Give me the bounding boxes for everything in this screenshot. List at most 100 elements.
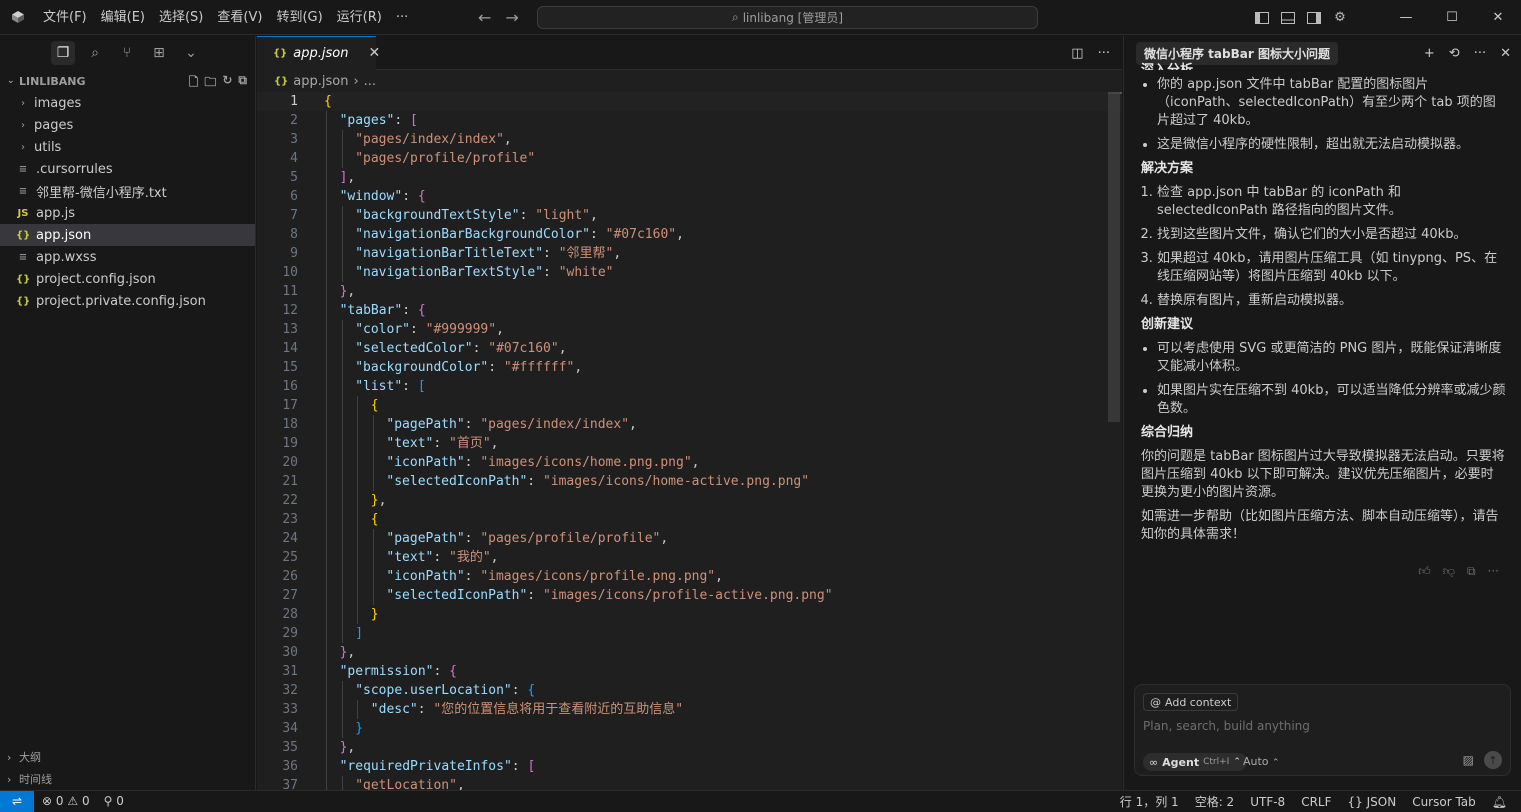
code-line[interactable]: 7 "backgroundTextStyle": "light", [257,206,1122,225]
maximize-icon[interactable]: ☐ [1429,0,1475,35]
menu-file[interactable]: 文件(F) [36,0,94,35]
image-attach-icon[interactable]: ▨ [1463,753,1474,767]
breadcrumb-item[interactable]: ... [364,74,376,89]
new-folder-icon[interactable]: 🗀 [204,73,216,94]
code-editor[interactable]: 1{2 "pages": [3 "pages/index/index", 4 "page… [257,92,1122,790]
menu-view[interactable]: 查看(V) [210,0,269,35]
source-control-icon[interactable]: ⑂ [115,41,139,65]
code-line[interactable]: 31 "permission": { [257,662,1122,681]
tree-folder-images[interactable]: › images [0,92,255,114]
cursor-position[interactable]: 行 1，列 1 [1120,793,1179,810]
editor-scrollbar[interactable] [1108,92,1120,422]
more-actions-icon[interactable]: ··· [1488,564,1499,579]
code-line[interactable]: 15 "backgroundColor": "#ffffff", [257,358,1122,377]
code-line[interactable]: 24 "pagePath": "pages/profile/profile", [257,529,1122,548]
back-arrow-icon[interactable]: ← [478,8,491,27]
extensions-icon[interactable]: ⊞ [147,41,171,65]
code-line[interactable]: 22}, [257,491,1122,510]
indentation[interactable]: 空格: 2 [1195,793,1235,810]
close-window-icon[interactable]: ✕ [1475,0,1521,35]
code-line[interactable]: 6 "window": { [257,187,1122,206]
code-line[interactable]: 29] [257,624,1122,643]
command-center-search[interactable]: ⌕ linlibang [管理员] [537,6,1038,29]
add-context-button[interactable]: @ Add context [1143,693,1239,711]
code-line[interactable]: 1{ [257,92,1122,111]
ports-indicator[interactable]: ⚲ 0 [104,794,124,808]
code-line[interactable]: 17 { [257,396,1122,415]
code-line[interactable]: 36 "requiredPrivateInfos": [ [257,757,1122,776]
code-line[interactable]: 33 "desc": "您的位置信息将用于查看附近的互助信息" [257,700,1122,719]
close-icon[interactable]: ✕ [1500,46,1511,61]
menu-more[interactable]: ··· [389,0,415,35]
split-editor-icon[interactable]: ◫ [1071,46,1083,61]
toggle-secondary-sidebar-icon[interactable] [1301,0,1327,35]
model-selector[interactable]: Auto ⌃ [1243,755,1280,768]
copy-icon[interactable]: ⧉ [1467,564,1476,579]
code-line[interactable]: 3 "pages/index/index", [257,130,1122,149]
code-line[interactable]: 37 "getLocation", [257,776,1122,790]
outline-section[interactable]: › 大纲 [0,746,255,768]
code-line[interactable]: 5], [257,168,1122,187]
code-line[interactable]: 34} [257,719,1122,738]
tree-file-project-private-config[interactable]: {} project.private.config.json [0,290,255,312]
bell-icon[interactable]: 🔔︎ [1492,795,1507,809]
code-line[interactable]: 35}, [257,738,1122,757]
settings-gear-icon[interactable]: ⚙ [1327,0,1353,35]
code-line[interactable]: 26 "iconPath": "images/icons/profile.png.… [257,567,1122,586]
collapse-all-icon[interactable]: ⧉ [238,73,247,94]
code-line[interactable]: 16 "list": [ [257,377,1122,396]
tree-folder-utils[interactable]: › utils [0,136,255,158]
code-line[interactable]: 20 "iconPath": "images/icons/home.png.png… [257,453,1122,472]
code-line[interactable]: 8 "navigationBarBackgroundColor": "#07c16… [257,225,1122,244]
code-line[interactable]: 19 "text": "首页", [257,434,1122,453]
minimize-icon[interactable]: — [1383,0,1429,35]
code-line[interactable]: 18 "pagePath": "pages/index/index", [257,415,1122,434]
code-line[interactable]: 25 "text": "我的", [257,548,1122,567]
tree-file-app-wxss[interactable]: ≡ app.wxss [0,246,255,268]
menu-run[interactable]: 运行(R) [330,0,389,35]
more-actions-icon[interactable]: ··· [1474,46,1486,61]
problems-indicator[interactable]: ⊗ 0 ⚠ 0 [42,794,90,808]
more-actions-icon[interactable]: ··· [1098,46,1110,61]
code-line[interactable]: 12 "tabBar": { [257,301,1122,320]
timeline-section[interactable]: › 时间线 [0,768,255,790]
chevron-down-icon[interactable]: ⌄ [179,41,203,65]
tree-folder-pages[interactable]: › pages [0,114,255,136]
code-line[interactable]: 11}, [257,282,1122,301]
chat-input[interactable]: Plan, search, build anything [1143,719,1310,733]
menu-go[interactable]: 转到(G) [269,0,329,35]
tree-file-cursorrules[interactable]: ≡ .cursorrules [0,158,255,180]
tree-file-app-js[interactable]: JS app.js [0,202,255,224]
toggle-panel-icon[interactable] [1275,0,1301,35]
new-file-icon[interactable]: 🗋 [189,73,199,94]
forward-arrow-icon[interactable]: → [505,8,518,27]
line-ending[interactable]: CRLF [1301,795,1331,809]
tree-file-txt[interactable]: ≡ 邻里帮-微信小程序.txt [0,180,255,202]
tree-file-project-config[interactable]: {} project.config.json [0,268,255,290]
code-line[interactable]: 23 { [257,510,1122,529]
toggle-sidebar-icon[interactable] [1249,0,1275,35]
code-line[interactable]: 10 "navigationBarTextStyle": "white" [257,263,1122,282]
refresh-icon[interactable]: ↻ [222,73,232,94]
history-icon[interactable]: ⟲ [1449,46,1460,61]
menu-edit[interactable]: 编辑(E) [94,0,152,35]
thumbs-down-icon[interactable]: 👎︎ [1443,564,1455,579]
code-line[interactable]: 27 "selectedIconPath": "images/icons/prof… [257,586,1122,605]
breadcrumb-item[interactable]: app.json [293,74,348,89]
menu-selection[interactable]: 选择(S) [152,0,210,35]
code-line[interactable]: 4 "pages/profile/profile" [257,149,1122,168]
tree-file-app-json[interactable]: {} app.json [0,224,255,246]
send-arrow-icon[interactable]: ↑ [1484,751,1502,769]
search-view-icon[interactable]: ⌕ [83,41,107,65]
code-line[interactable]: 2 "pages": [ [257,111,1122,130]
code-line[interactable]: 21 "selectedIconPath": "images/icons/home… [257,472,1122,491]
code-line[interactable]: 30}, [257,643,1122,662]
code-line[interactable]: 9 "navigationBarTitleText": "邻里帮", [257,244,1122,263]
close-icon[interactable]: ✕ [368,45,380,61]
encoding[interactable]: UTF-8 [1250,795,1285,809]
agent-mode-selector[interactable]: ∞ Agent Ctrl+I ⌃ [1143,753,1247,771]
cursor-tab-status[interactable]: Cursor Tab [1412,795,1476,809]
code-line[interactable]: 32 "scope.userLocation": { [257,681,1122,700]
code-line[interactable]: 28} [257,605,1122,624]
remote-indicator-icon[interactable]: ⇌ [0,790,34,812]
